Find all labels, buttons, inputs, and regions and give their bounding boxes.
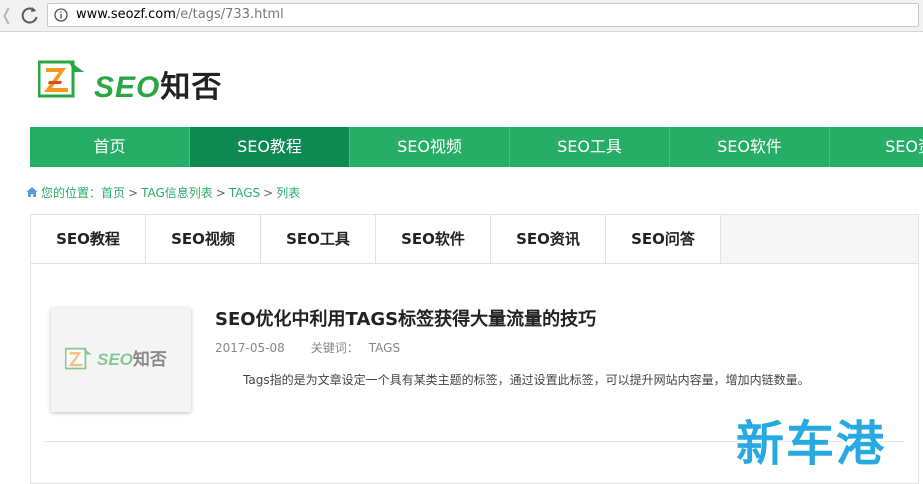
logo-z-icon xyxy=(65,347,92,370)
keyword-link[interactable]: TAGS xyxy=(369,341,400,355)
tab-seo-qa[interactable]: SEO问答 xyxy=(606,215,721,263)
url-host: www.seozf.com xyxy=(76,7,176,22)
home-icon xyxy=(26,187,38,197)
back-arrow-icon[interactable]: ❬ xyxy=(0,6,13,24)
breadcrumb-tag-list[interactable]: TAG信息列表 xyxy=(141,186,213,200)
logo-seo-text: SEO xyxy=(94,71,161,104)
breadcrumb-home[interactable]: 首页 xyxy=(101,186,125,200)
article-title[interactable]: SEO优化中利用TAGS标签获得大量流量的技巧 xyxy=(215,305,596,331)
breadcrumb-list[interactable]: 列表 xyxy=(276,186,300,200)
info-icon[interactable] xyxy=(54,8,68,22)
nav-item-seo-tutorial[interactable]: SEO教程 xyxy=(190,127,350,167)
thumbnail-wordmark: SEO知否 xyxy=(97,345,167,370)
nav-item-seo-news[interactable]: SEO资 xyxy=(830,127,923,167)
logo-cn-text: 知否 xyxy=(160,71,223,104)
logo-z-icon xyxy=(38,60,84,98)
tab-seo-tutorial[interactable]: SEO教程 xyxy=(31,215,146,263)
breadcrumb-separator: > xyxy=(128,186,139,200)
article-meta: 2017-05-08 关键词： TAGS xyxy=(215,339,400,356)
tab-seo-video[interactable]: SEO视频 xyxy=(146,215,261,263)
nav-item-home[interactable]: 首页 xyxy=(30,127,190,167)
article-date: 2017-05-08 xyxy=(215,341,285,355)
watermark: 新车港 xyxy=(736,416,887,472)
tab-seo-news[interactable]: SEO资讯 xyxy=(491,215,606,263)
breadcrumb-prefix: 您的位置： xyxy=(41,186,102,200)
thumbnail-cn-text: 知否 xyxy=(132,350,167,369)
nav-item-seo-software[interactable]: SEO软件 xyxy=(670,127,830,167)
keywords-label: 关键词： xyxy=(310,341,359,355)
reload-icon[interactable] xyxy=(20,5,40,25)
tab-seo-software[interactable]: SEO软件 xyxy=(376,215,491,263)
thumbnail-seo-text: SEO xyxy=(97,350,133,369)
breadcrumb-separator: > xyxy=(263,186,274,200)
main-nav: 首页 SEO教程 SEO视频 SEO工具 SEO软件 SEO资 xyxy=(30,127,923,167)
article-summary: Tags指的是为文章设定一个具有某类主题的标签，通过设置此标签，可以提升网站内容… xyxy=(243,373,810,387)
address-bar[interactable]: www.seozf.com/e/tags/733.html xyxy=(47,3,919,27)
breadcrumb: 您的位置：首页 > TAG信息列表 > TAGS > 列表 xyxy=(26,184,300,201)
browser-toolbar: ❬ www.seozf.com/e/tags/733.html xyxy=(0,0,923,32)
breadcrumb-tags[interactable]: TAGS xyxy=(229,186,260,200)
category-tabs: SEO教程 SEO视频 SEO工具 SEO软件 SEO资讯 SEO问答 xyxy=(31,215,918,264)
nav-item-seo-tools[interactable]: SEO工具 xyxy=(510,127,670,167)
url-text: www.seozf.com/e/tags/733.html xyxy=(76,7,284,22)
nav-item-seo-video[interactable]: SEO视频 xyxy=(350,127,510,167)
breadcrumb-separator: > xyxy=(215,186,226,200)
logo-wordmark: SEO知否 xyxy=(94,62,222,106)
tab-seo-tools[interactable]: SEO工具 xyxy=(261,215,376,263)
site-logo[interactable]: SEO知否 xyxy=(38,58,248,104)
url-path: /e/tags/733.html xyxy=(175,7,284,22)
article-thumbnail[interactable]: SEO知否 xyxy=(51,308,191,412)
